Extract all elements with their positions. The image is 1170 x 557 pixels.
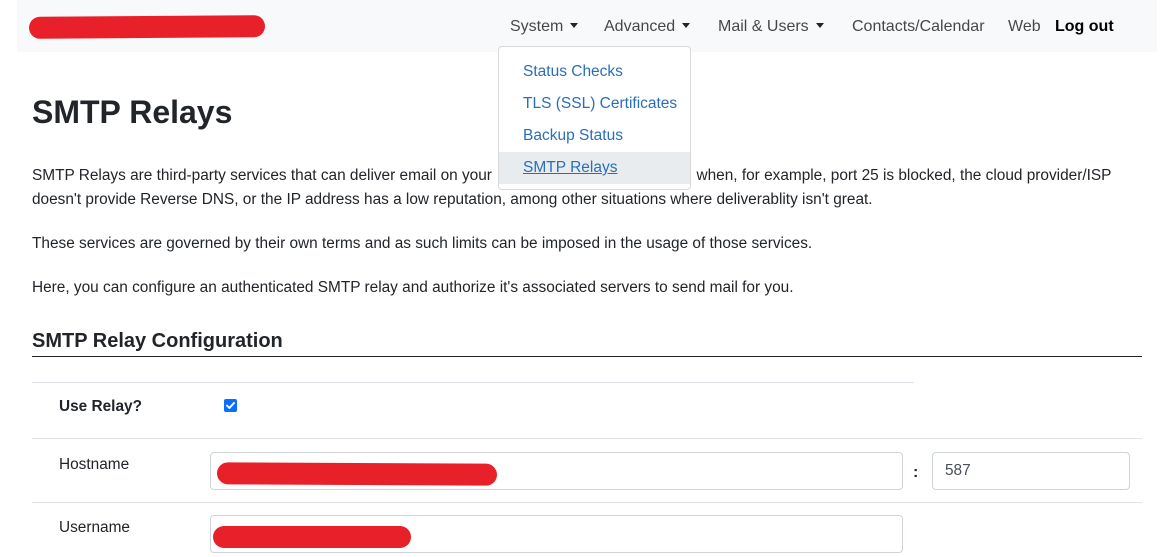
page-title: SMTP Relays [32,94,233,130]
row-divider [32,502,1142,503]
intro-text-start: SMTP Relays are third-party services tha… [32,167,492,184]
nav-advanced[interactable]: Advanced [604,16,691,38]
username-label: Username [59,519,130,536]
configure-paragraph: Here, you can configure an authenticated… [32,279,794,296]
port-separator: : [913,464,919,481]
checkmark-icon [226,402,235,409]
hostname-label: Hostname [59,456,130,473]
nav-advanced-label: Advanced [604,18,676,35]
terms-paragraph: These services are governed by their own… [32,235,813,252]
dropdown-item-backup-status[interactable]: Backup Status [499,120,690,152]
username-redaction [213,526,411,548]
port-input[interactable]: 587 [932,452,1130,490]
section-heading: SMTP Relay Configuration [32,330,283,352]
top-navbar [17,0,1157,52]
dropdown-item-status-checks[interactable]: Status Checks [499,56,690,88]
nav-contacts-calendar-label: Contacts/Calendar [852,18,985,35]
nav-logout-label: Log out [1055,18,1114,35]
dropdown-item-tls-certificates[interactable]: TLS (SSL) Certificates [499,88,690,120]
username-input[interactable] [210,515,903,553]
nav-mail-users[interactable]: Mail & Users [718,16,824,38]
use-relay-checkbox[interactable] [224,399,237,412]
use-relay-label: Use Relay? [59,398,142,415]
nav-web[interactable]: Web [1008,16,1041,38]
brand-redaction [28,15,266,39]
nav-contacts-calendar[interactable]: Contacts/Calendar [852,16,985,38]
nav-system-label: System [510,18,564,35]
row-divider [32,382,914,383]
nav-web-label: Web [1008,18,1041,35]
nav-system[interactable]: System [510,16,579,38]
nav-mail-users-label: Mail & Users [718,18,809,35]
system-dropdown-menu: Status Checks TLS (SSL) Certificates Bac… [498,46,691,190]
chevron-down-icon [570,23,579,28]
nav-logout[interactable]: Log out [1055,16,1114,38]
hostname-input[interactable] [210,452,903,490]
row-divider [32,438,1142,439]
chevron-down-icon [682,23,691,28]
hostname-redaction [216,462,498,486]
chevron-down-icon [815,23,824,28]
dropdown-item-smtp-relays[interactable]: SMTP Relays [499,152,690,184]
section-divider [32,356,1142,357]
